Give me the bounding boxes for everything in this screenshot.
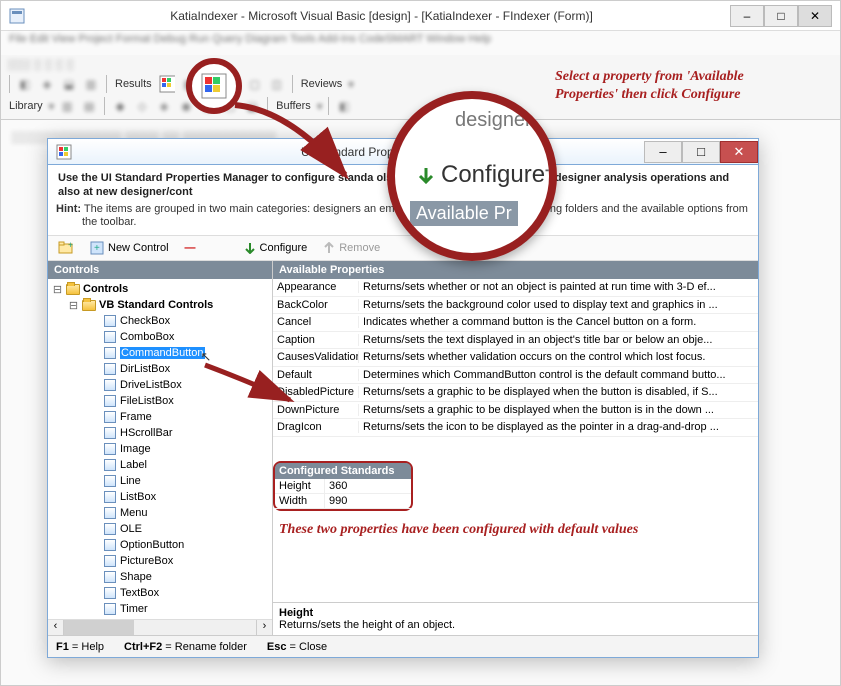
toolbar-icon[interactable]: ◧: [335, 97, 353, 115]
prop-row-default[interactable]: DefaultDetermines which CommandButton co…: [273, 367, 758, 385]
tree-item-optionbutton[interactable]: OptionButton: [52, 537, 272, 553]
prop-row-disabledpicture[interactable]: DisabledPictureReturns/sets a graphic to…: [273, 384, 758, 402]
toolbar-icon[interactable]: ◧: [16, 75, 34, 93]
tree-item-menu[interactable]: Menu: [52, 505, 272, 521]
tree-item-picturebox[interactable]: PictureBox: [52, 553, 272, 569]
prop-row-caption[interactable]: CaptionReturns/sets the text displayed i…: [273, 332, 758, 350]
annotation-configured: These two properties have been configure…: [279, 521, 752, 539]
main-title: KatiaIndexer - Microsoft Visual Basic [d…: [33, 9, 730, 23]
tree-item-listbox[interactable]: ListBox: [52, 489, 272, 505]
remove-button[interactable]: Remove: [319, 240, 384, 256]
controls-tree[interactable]: ⊟Controls⊟VB Standard ControlsCheckBoxCo…: [48, 279, 272, 619]
configured-standards-header: Configured Standards: [275, 463, 411, 479]
main-titlebar[interactable]: KatiaIndexer - Microsoft Visual Basic [d…: [1, 1, 840, 31]
magnifier-lens: designers Configure Available Pr T: [387, 91, 557, 261]
tree-item-textbox[interactable]: TextBox: [52, 585, 272, 601]
prop-row-cancel[interactable]: CancelIndicates whether a command button…: [273, 314, 758, 332]
svg-text:+: +: [94, 243, 100, 254]
toolbar-icon[interactable]: ⬓: [243, 97, 261, 115]
library-button[interactable]: Library: [7, 100, 45, 112]
dialog-toolbar: + +New Control — Configure Remove: [48, 235, 758, 261]
main-min-button[interactable]: –: [730, 5, 764, 27]
toolbar-icon[interactable]: ▢: [246, 75, 264, 93]
tree-item-hscrollbar[interactable]: HScrollBar: [52, 425, 272, 441]
dialog-min-button[interactable]: –: [644, 141, 682, 163]
prop-row-backcolor[interactable]: BackColorReturns/sets the background col…: [273, 297, 758, 315]
toolbar-icon[interactable]: ▤: [80, 97, 98, 115]
tree-root[interactable]: ⊟Controls: [52, 281, 272, 297]
tree-folder[interactable]: ⊟VB Standard Controls: [52, 297, 272, 313]
main-close-button[interactable]: ✕: [798, 5, 832, 27]
dialog-title: UI Standard Properties: [80, 145, 644, 159]
tree-item-commandbutton[interactable]: CommandButton↖: [52, 345, 272, 361]
tree-item-filelistbox[interactable]: FileListBox: [52, 393, 272, 409]
toolbar-icon[interactable]: ◈: [38, 75, 56, 93]
toolbar-icon[interactable]: ◈: [155, 97, 173, 115]
properties-pane: Available Properties AppearanceReturns/s…: [273, 261, 758, 635]
toolbar-icon[interactable]: ◆: [111, 97, 129, 115]
desc-name: Height: [279, 607, 313, 619]
tree-item-line[interactable]: Line: [52, 473, 272, 489]
prop-row-downpicture[interactable]: DownPictureReturns/sets a graphic to be …: [273, 402, 758, 420]
app-icon: [9, 8, 25, 24]
menubar[interactable]: File Edit View Project Format Debug Run …: [1, 31, 840, 55]
toolbar-icon[interactable]: ▥: [82, 75, 100, 93]
tree-item-timer[interactable]: Timer: [52, 601, 272, 617]
new-control-button[interactable]: +New Control: [86, 239, 173, 257]
configured-width[interactable]: Width990: [275, 494, 411, 509]
results-button[interactable]: Results: [113, 78, 154, 90]
toolbar-icon[interactable]: ◇: [133, 97, 151, 115]
prop-row-dragicon[interactable]: DragIconReturns/sets the icon to be disp…: [273, 419, 758, 437]
dialog-max-button[interactable]: □: [682, 141, 720, 163]
main-max-button[interactable]: □: [764, 5, 798, 27]
controls-header: Controls: [48, 261, 272, 279]
annotation-select: Select a property from 'Available Proper…: [555, 68, 765, 104]
dialog-close-button[interactable]: ✕: [720, 141, 758, 163]
dialog-statusbar: F1 = Help Ctrl+F2 = Rename folder Esc = …: [48, 635, 758, 657]
desc-text: Returns/sets the height of an object.: [279, 619, 455, 631]
available-properties-header: Available Properties: [273, 261, 758, 279]
toolbar-icon[interactable]: ◫: [268, 75, 286, 93]
property-description: Height Returns/sets the height of an obj…: [273, 602, 758, 635]
configured-standards-box: Configured Standards Height360Width990: [273, 461, 413, 511]
available-properties-list[interactable]: AppearanceReturns/sets whether or not an…: [273, 279, 758, 457]
tree-hscrollbar[interactable]: ‹›: [48, 619, 272, 635]
svg-text:+: +: [68, 241, 73, 250]
new-folder-button[interactable]: +: [54, 239, 78, 257]
toolbar-icon[interactable]: ⬓: [60, 75, 78, 93]
prop-row-causesvalidation[interactable]: CausesValidationReturns/sets whether val…: [273, 349, 758, 367]
tree-item-image[interactable]: Image: [52, 441, 272, 457]
configured-height[interactable]: Height360: [275, 479, 411, 494]
controls-pane: Controls ⊟Controls⊟VB Standard ControlsC…: [48, 261, 273, 635]
highlight-circle-icon: [186, 58, 242, 114]
buffers-button[interactable]: Buffers: [274, 100, 313, 112]
tree-item-frame[interactable]: Frame: [52, 409, 272, 425]
ui-standards-icon[interactable]: [158, 75, 176, 93]
tree-item-shape[interactable]: Shape: [52, 569, 272, 585]
dialog-icon: [56, 144, 72, 160]
tree-item-checkbox[interactable]: CheckBox: [52, 313, 272, 329]
configure-button[interactable]: Configure: [240, 240, 312, 256]
toolbar-icon[interactable]: ▥: [58, 97, 76, 115]
reviews-button[interactable]: Reviews: [299, 78, 345, 90]
tree-item-label[interactable]: Label: [52, 457, 272, 473]
tree-item-dirlistbox[interactable]: DirListBox: [52, 361, 272, 377]
tree-item-combobox[interactable]: ComboBox: [52, 329, 272, 345]
delete-button[interactable]: —: [181, 240, 200, 256]
tree-item-ole[interactable]: OLE: [52, 521, 272, 537]
prop-row-appearance[interactable]: AppearanceReturns/sets whether or not an…: [273, 279, 758, 297]
tree-item-drivelistbox[interactable]: DriveListBox: [52, 377, 272, 393]
